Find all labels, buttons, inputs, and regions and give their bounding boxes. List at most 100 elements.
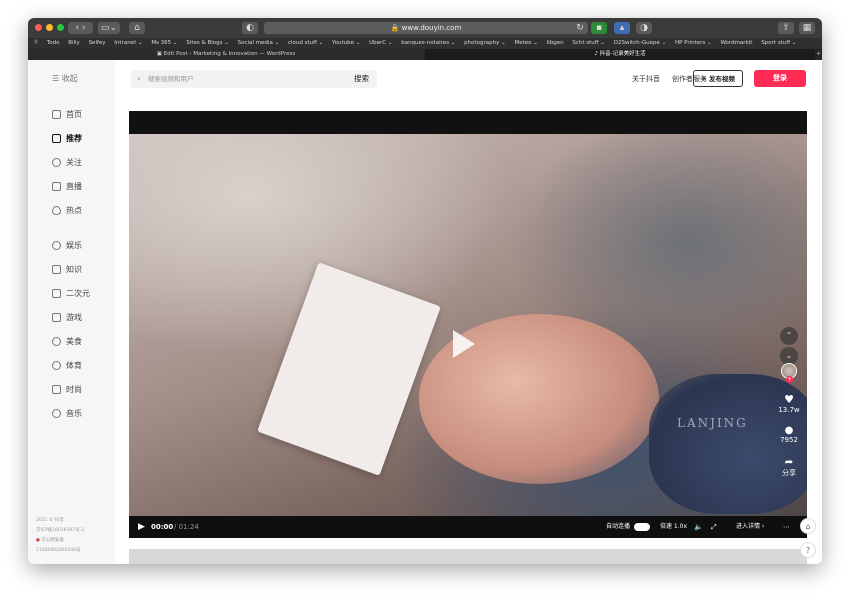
- sidebar-item-follow[interactable]: 关注: [52, 156, 82, 170]
- sidebar-toggle-button[interactable]: ▭⌄: [98, 22, 120, 34]
- details-link[interactable]: 进入详情 ›: [736, 516, 764, 538]
- grid-icon[interactable]: ⠿: [34, 38, 38, 49]
- sidebar-item-recommend[interactable]: 推荐: [52, 132, 82, 146]
- sidebar-item-knowledge[interactable]: 知识: [52, 263, 82, 277]
- login-button[interactable]: 登录: [754, 70, 806, 87]
- bookmark-item[interactable]: Selfey: [89, 38, 106, 49]
- share-arrow-icon: ➦: [784, 457, 794, 468]
- play-icon[interactable]: [453, 330, 475, 358]
- volume-icon[interactable]: 🔈: [694, 516, 703, 538]
- browser-toolbar: ‹ › ▭⌄ ⌂ ◐ 🔒 www.douyin.com ↻ ▪ ▴ ◑ ⇧ ▦: [28, 18, 822, 38]
- tab-overview-icon[interactable]: ▦: [799, 22, 815, 34]
- video-watermark: LANJING: [677, 416, 748, 430]
- search-input[interactable]: ⌕ 搜索视频和用户 搜索: [131, 70, 377, 88]
- home-icon[interactable]: ⌂: [129, 22, 145, 34]
- bookmark-item[interactable]: photography ⌄: [464, 38, 506, 49]
- share-icon[interactable]: ⇧: [778, 22, 794, 34]
- receipt-paper: [257, 262, 441, 476]
- like-button[interactable]: ♥ 13.7w: [775, 393, 803, 414]
- browser-window: ‹ › ▭⌄ ⌂ ◐ 🔒 www.douyin.com ↻ ▪ ▴ ◑ ⇧ ▦ …: [28, 18, 822, 564]
- next-video-preview[interactable]: [129, 549, 807, 564]
- privacy-report-icon[interactable]: ◐: [242, 22, 258, 34]
- about-douyin-link[interactable]: 关于抖音: [632, 74, 660, 84]
- video-player[interactable]: LANJING ⌃ ⌄ + ♥ 13.7w ● 7952 ➦ 分享 ▶ 00:0…: [129, 111, 807, 538]
- bookmark-item[interactable]: Sites & Blogs ⌄: [186, 38, 229, 49]
- zoom-window-button[interactable]: [57, 24, 64, 31]
- upload-video-button[interactable]: + 发布视频: [693, 70, 743, 87]
- sidebar-collapse-label: 收起: [61, 74, 78, 83]
- bookmark-item[interactable]: cloud stuff ⌄: [288, 38, 323, 49]
- bookmark-item[interactable]: Todo: [47, 38, 60, 49]
- sidebar-item-fashion[interactable]: 时尚: [52, 383, 82, 397]
- follow-plus-icon[interactable]: +: [786, 376, 793, 383]
- autoplay-toggle[interactable]: [634, 523, 650, 531]
- fullscreen-icon[interactable]: ⤢: [711, 516, 717, 538]
- help-icon[interactable]: ?: [800, 542, 816, 558]
- reload-icon[interactable]: ↻: [574, 22, 586, 34]
- sidebar-item-sports[interactable]: 体育: [52, 359, 82, 373]
- sidebar: ☰ 收起 首页 推荐 关注 直播 热点 娱乐 知识 二次元 游戏 美食 体育 时…: [28, 60, 115, 564]
- bookmark-item[interactable]: Billy: [68, 38, 80, 49]
- sidebar-item-live[interactable]: 直播: [52, 180, 82, 194]
- tab-wordpress[interactable]: ▣ Edit Post ‹ Marketing & Innovation — W…: [28, 49, 424, 60]
- new-tab-button[interactable]: +: [815, 49, 822, 60]
- play-button[interactable]: ▶: [138, 516, 145, 538]
- minimize-window-button[interactable]: [46, 24, 53, 31]
- tab-douyin[interactable]: ♪ 抖音-记录美好生活: [425, 49, 815, 60]
- bookmark-item[interactable]: Ms 365 ⌄: [151, 38, 177, 49]
- bookmark-item[interactable]: Scht stuff ⌄: [572, 38, 605, 49]
- sidebar-item-label: 二次元: [66, 289, 90, 298]
- sidebar-item-music[interactable]: 音乐: [52, 407, 82, 421]
- flame-icon: [52, 206, 61, 215]
- bookmarks-bar: ⠿ Todo Billy Selfey Intranet ⌄ Ms 365 ⌄ …: [28, 38, 822, 49]
- bookmark-item[interactable]: O2Switch-Guepe ⌄: [614, 38, 667, 49]
- footer-copyright: 2021 © 抖音: [36, 518, 64, 523]
- tab-label: 抖音-记录美好生活: [599, 51, 646, 57]
- share-label: 分享: [782, 469, 796, 477]
- tab-bar: ▣ Edit Post ‹ Marketing & Innovation — W…: [28, 49, 822, 60]
- extension-green-icon[interactable]: ▪: [591, 22, 607, 34]
- bookmark-item[interactable]: Sport stuff ⌄: [761, 38, 796, 49]
- autoplay-label: 自动连播: [606, 523, 631, 530]
- speed-button[interactable]: 倍速 1.0x: [660, 516, 687, 538]
- address-bar[interactable]: 🔒 www.douyin.com: [264, 22, 588, 34]
- sidebar-item-home[interactable]: 首页: [52, 108, 82, 122]
- bookmark-item[interactable]: Social media ⌄: [238, 38, 280, 49]
- bookmark-item[interactable]: UberC ⌄: [369, 38, 392, 49]
- sidebar-item-label: 时尚: [66, 385, 82, 394]
- sidebar-item-label: 推荐: [66, 134, 82, 143]
- extension-blue-icon[interactable]: ▴: [614, 22, 630, 34]
- more-options-icon[interactable]: ⋯: [783, 516, 790, 538]
- sidebar-item-games[interactable]: 游戏: [52, 311, 82, 325]
- sidebar-item-label: 娱乐: [66, 241, 82, 250]
- sidebar-item-label: 知识: [66, 265, 82, 274]
- back-forward-buttons[interactable]: ‹ ›: [68, 22, 93, 34]
- extension-dark-icon[interactable]: ◑: [636, 22, 652, 34]
- search-button[interactable]: 搜索: [354, 70, 369, 88]
- bookmark-item[interactable]: Meteo ⌄: [515, 38, 538, 49]
- bookmark-item[interactable]: libgen: [547, 38, 564, 49]
- sidebar-item-label: 关注: [66, 158, 82, 167]
- comment-count: 7952: [780, 436, 798, 444]
- book-icon: [52, 265, 61, 274]
- author-avatar[interactable]: +: [775, 363, 803, 387]
- bookmark-item[interactable]: Intranet ⌄: [114, 38, 142, 49]
- sidebar-item-anime[interactable]: 二次元: [52, 287, 90, 301]
- sidebar-item-food[interactable]: 美食: [52, 335, 82, 349]
- close-window-button[interactable]: [35, 24, 42, 31]
- gift-icon[interactable]: ⌂: [800, 518, 816, 534]
- bookmark-item[interactable]: Youtube ⌄: [332, 38, 360, 49]
- bookmark-item[interactable]: banques-notaires ⌄: [401, 38, 455, 49]
- previous-video-button[interactable]: ⌃: [780, 327, 798, 345]
- comment-button[interactable]: ● 7952: [775, 425, 803, 444]
- share-button[interactable]: ➦ 分享: [775, 457, 803, 478]
- footer-police-text: 京公网安备: [41, 538, 64, 543]
- gamepad-icon: [52, 313, 61, 322]
- sidebar-item-hot[interactable]: 热点: [52, 204, 82, 218]
- sidebar-item-entertainment[interactable]: 娱乐: [52, 239, 82, 253]
- video-frame[interactable]: LANJING: [129, 134, 807, 516]
- sidebar-collapse[interactable]: ☰ 收起: [52, 72, 78, 86]
- bookmark-item[interactable]: HP Printers ⌄: [675, 38, 712, 49]
- search-placeholder: 搜索视频和用户: [148, 75, 194, 83]
- bookmark-item[interactable]: Wordmarkit: [720, 38, 752, 49]
